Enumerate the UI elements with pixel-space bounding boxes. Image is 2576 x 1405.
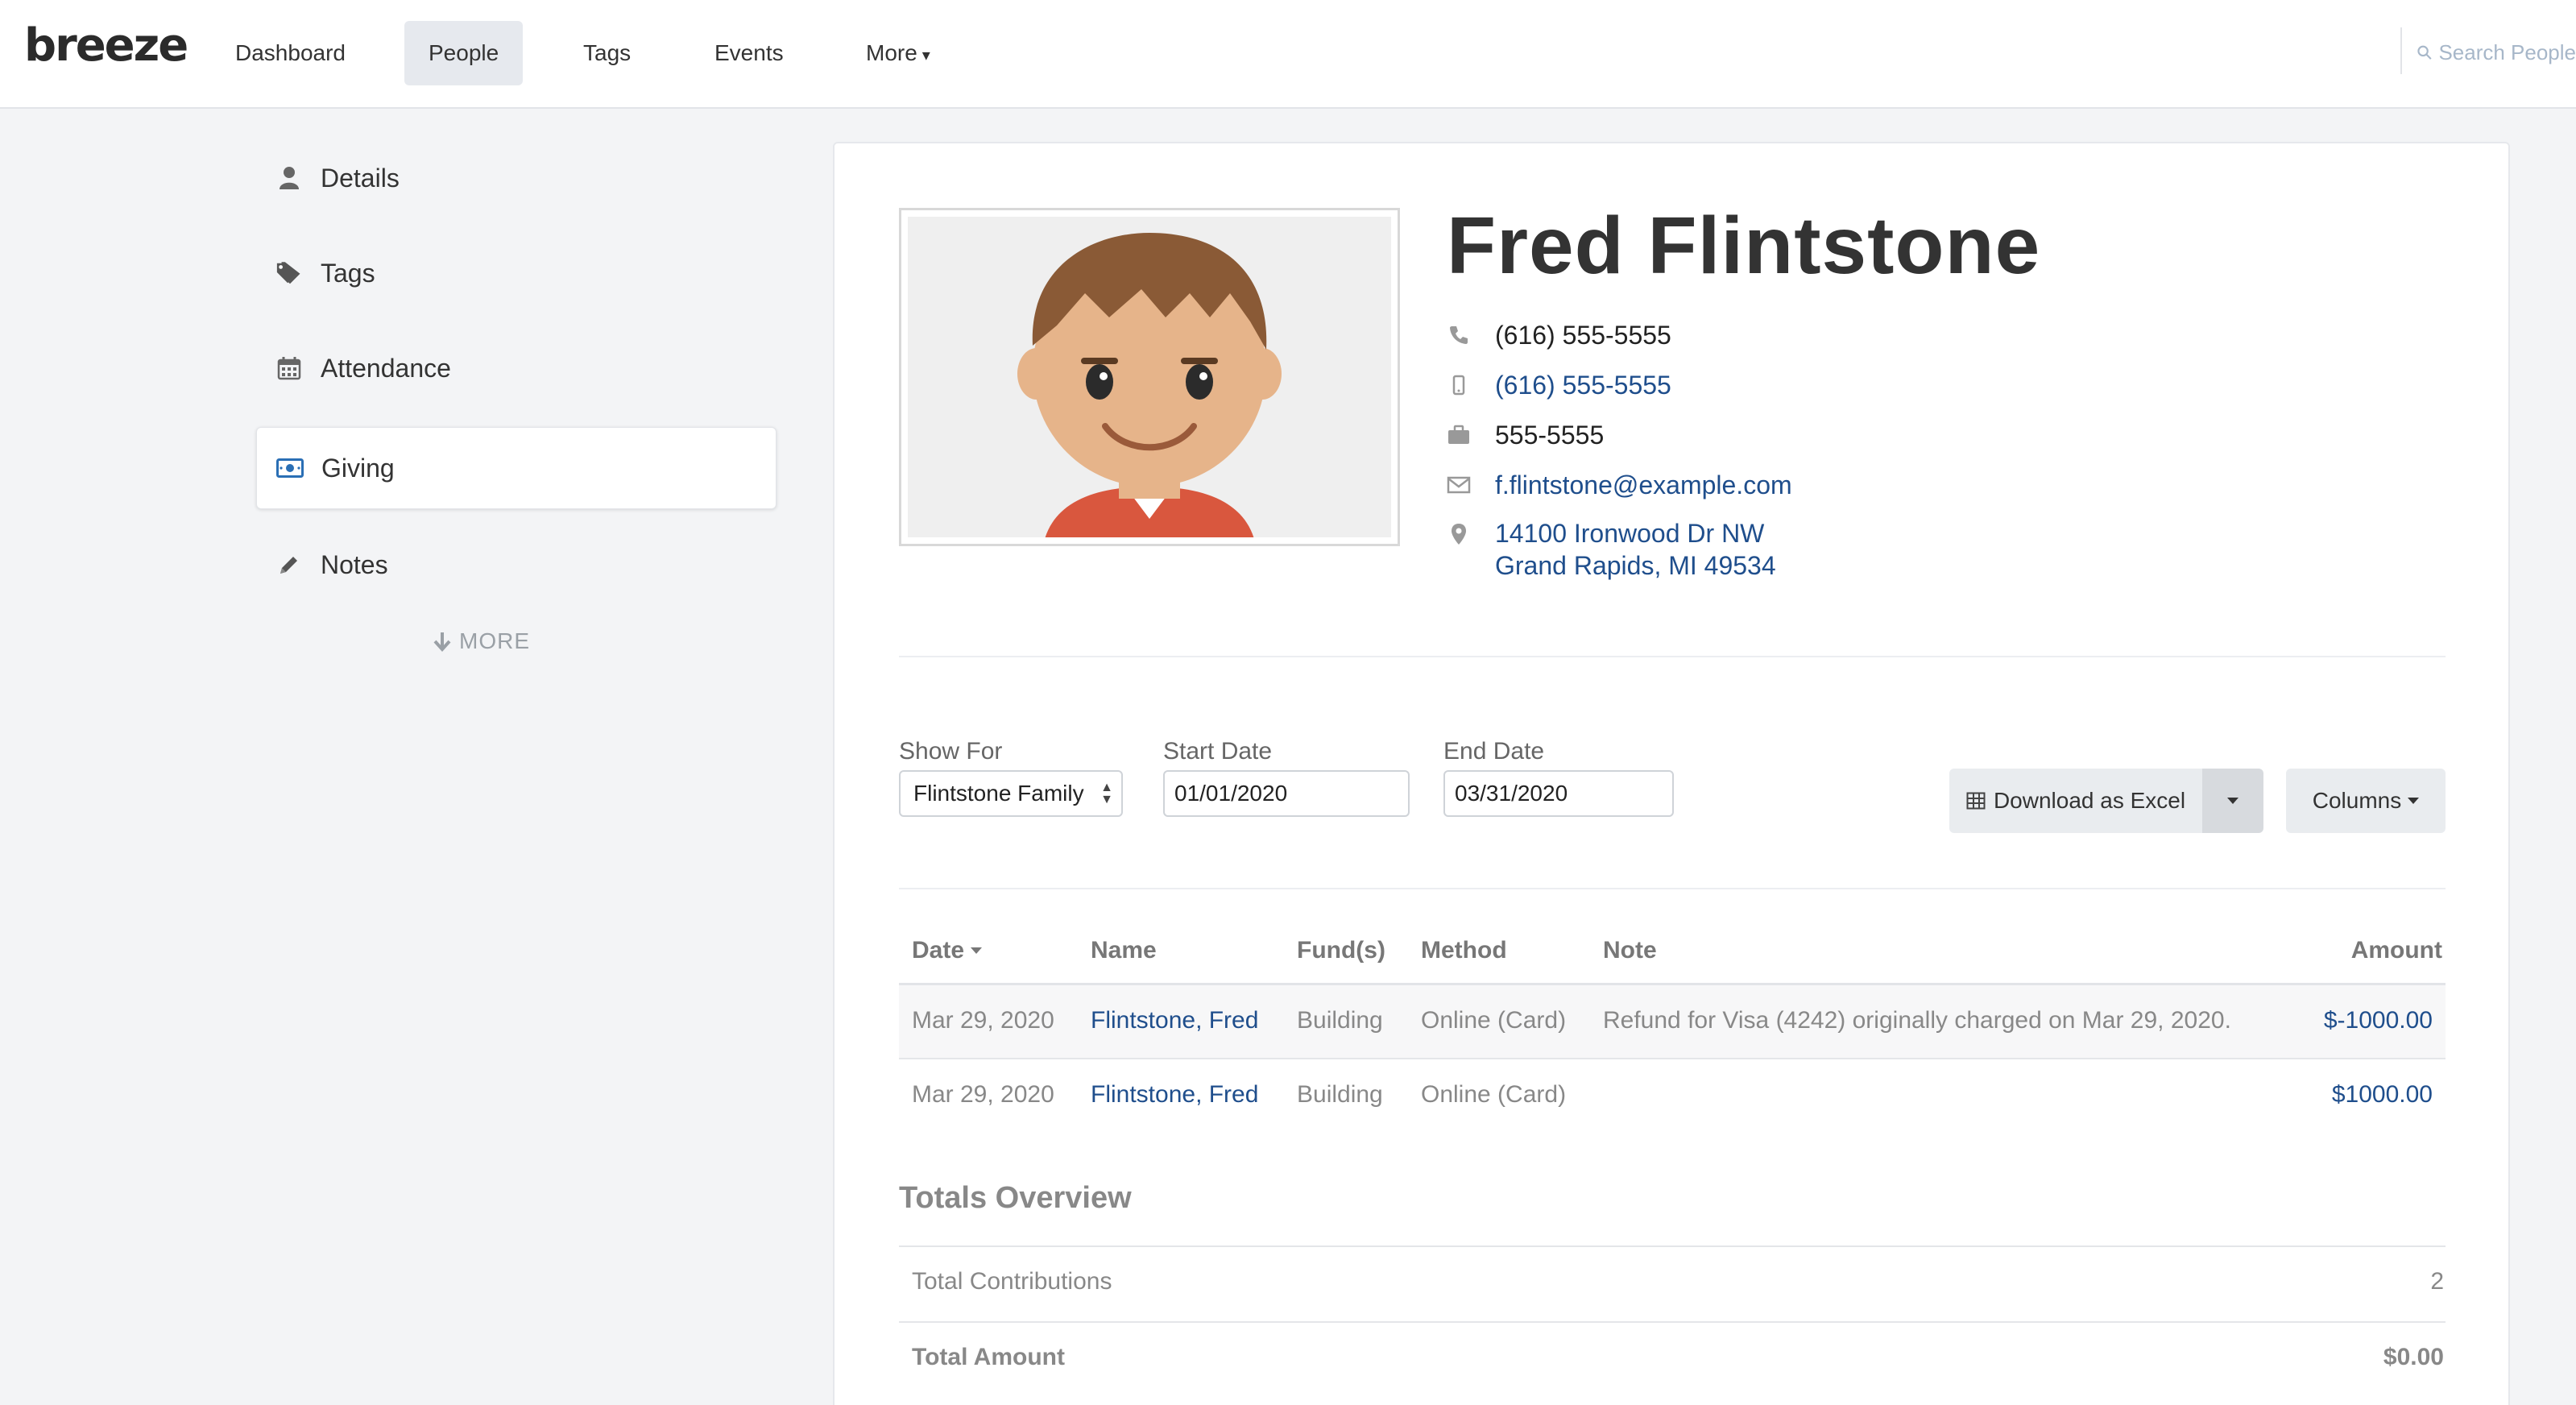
mobile-phone-row: (616) 555-5555 bbox=[1447, 367, 1671, 403]
more-label: MORE bbox=[459, 628, 530, 653]
start-date-label: Start Date bbox=[1163, 738, 1273, 765]
caret-down-icon bbox=[2227, 798, 2238, 804]
tags-icon bbox=[275, 259, 303, 287]
row-date: Mar 29, 2020 bbox=[912, 1007, 1054, 1034]
search-icon bbox=[2417, 45, 2432, 60]
download-options-toggle[interactable] bbox=[2202, 769, 2263, 833]
row-funds: Building bbox=[1297, 1007, 1383, 1034]
totals-divider bbox=[899, 1321, 2446, 1323]
envelope-icon bbox=[1447, 476, 1471, 494]
caret-down-icon bbox=[2408, 798, 2420, 804]
sidebar-item-label: Tags bbox=[321, 258, 375, 288]
row-method: Online (Card) bbox=[1421, 1007, 1567, 1034]
person-icon bbox=[275, 164, 303, 192]
home-phone: (616) 555-5555 bbox=[1495, 320, 1671, 350]
column-header-amount[interactable]: Amount bbox=[2351, 937, 2442, 964]
breeze-logo[interactable]: breeze bbox=[24, 19, 188, 72]
money-icon bbox=[276, 454, 304, 482]
nav-people[interactable]: People bbox=[404, 21, 524, 85]
search-placeholder: Search People bbox=[2438, 39, 2576, 64]
sidebar-item-details[interactable]: Details bbox=[256, 137, 777, 219]
work-phone-row: 555-5555 bbox=[1447, 417, 1604, 453]
email-link[interactable]: f.flintstone@example.com bbox=[1495, 470, 1792, 500]
email-row: f.flintstone@example.com bbox=[1447, 467, 1792, 503]
total-amount-label: Total Amount bbox=[912, 1344, 1065, 1370]
section-divider bbox=[899, 888, 2446, 889]
row-amount-link[interactable]: $-1000.00 bbox=[2324, 1007, 2433, 1034]
column-header-date[interactable]: Date bbox=[912, 937, 983, 964]
more-link[interactable]: MORE bbox=[433, 628, 530, 654]
address-line2: Grand Rapids, MI 49534 bbox=[1495, 551, 1776, 580]
sidebar-item-label: Attendance bbox=[321, 353, 451, 383]
column-header-name[interactable]: Name bbox=[1091, 937, 1157, 964]
column-header-funds[interactable]: Fund(s) bbox=[1297, 937, 1385, 964]
nav-tags[interactable]: Tags bbox=[559, 21, 655, 85]
arrow-down-icon bbox=[433, 632, 451, 652]
profile-card: Fred Flintstone (616) 555-5555 (616) 555… bbox=[833, 142, 2510, 1405]
search-input[interactable]: Search People bbox=[2417, 36, 2576, 68]
avatar bbox=[908, 217, 1391, 537]
nav-more-label: More bbox=[866, 40, 917, 65]
start-date-input[interactable]: 01/01/2020 bbox=[1163, 770, 1410, 817]
end-date-label: End Date bbox=[1443, 738, 1545, 765]
profile-photo[interactable] bbox=[899, 208, 1400, 546]
mobile-phone-link[interactable]: (616) 555-5555 bbox=[1495, 371, 1671, 400]
sidebar-item-tags[interactable]: Tags bbox=[256, 232, 777, 314]
nav-dashboard[interactable]: Dashboard bbox=[211, 21, 370, 85]
columns-label: Columns bbox=[2312, 788, 2402, 813]
row-funds: Building bbox=[1297, 1081, 1383, 1108]
show-for-label: Show For bbox=[899, 738, 1003, 765]
show-for-select[interactable]: Flintstone Family ▲ ▼ bbox=[899, 770, 1123, 817]
sort-desc-icon bbox=[971, 947, 983, 954]
row-note: Refund for Visa (4242) originally charge… bbox=[1603, 1007, 2231, 1034]
top-nav: breeze Dashboard People Tags Events More… bbox=[0, 0, 2576, 109]
table-icon bbox=[1966, 792, 1986, 810]
column-header-method[interactable]: Method bbox=[1421, 937, 1507, 964]
nav-divider bbox=[2400, 27, 2402, 74]
sidebar-item-label: Details bbox=[321, 163, 400, 193]
total-contributions-value: 2 bbox=[2430, 1268, 2444, 1295]
sidebar-item-notes[interactable]: Notes bbox=[256, 524, 777, 606]
nav-more[interactable]: More ▾ bbox=[842, 21, 955, 85]
person-name: Fred Flintstone bbox=[1447, 201, 2041, 291]
column-header-note[interactable]: Note bbox=[1603, 937, 1657, 964]
address-line1: 14100 Ironwood Dr NW bbox=[1495, 519, 1765, 548]
phone-icon bbox=[1447, 325, 1471, 346]
total-contributions-label: Total Contributions bbox=[912, 1268, 1112, 1295]
download-excel-label: Download as Excel bbox=[1993, 788, 2186, 813]
row-amount-link[interactable]: $1000.00 bbox=[2332, 1081, 2433, 1109]
home-phone-row: (616) 555-5555 bbox=[1447, 317, 1671, 353]
pencil-icon bbox=[275, 551, 303, 578]
totals-divider bbox=[899, 1245, 2446, 1247]
work-phone: 555-5555 bbox=[1495, 420, 1605, 450]
sidebar-item-giving[interactable]: Giving bbox=[256, 427, 777, 509]
row-name-link[interactable]: Flintstone, Fred bbox=[1091, 1081, 1258, 1109]
row-name-link[interactable]: Flintstone, Fred bbox=[1091, 1007, 1258, 1034]
nav-events[interactable]: Events bbox=[690, 21, 808, 85]
briefcase-icon bbox=[1447, 425, 1471, 446]
sidebar-item-attendance[interactable]: Attendance bbox=[256, 327, 777, 409]
chevron-down-icon: ▾ bbox=[921, 47, 930, 64]
calendar-icon bbox=[275, 354, 303, 382]
map-pin-icon bbox=[1447, 517, 1471, 546]
column-header-date-label: Date bbox=[912, 937, 965, 964]
select-arrows-icon: ▲ ▼ bbox=[1100, 781, 1113, 806]
section-divider bbox=[899, 656, 2446, 657]
address-row: 14100 Ironwood Dr NW Grand Rapids, MI 49… bbox=[1447, 517, 1776, 588]
sidebar-item-label: Notes bbox=[321, 549, 388, 579]
totals-overview-title: Totals Overview bbox=[899, 1181, 1132, 1215]
mobile-icon bbox=[1447, 375, 1471, 396]
total-amount-value: $0.00 bbox=[2383, 1344, 2444, 1370]
end-date-input[interactable]: 03/31/2020 bbox=[1443, 770, 1674, 817]
row-date: Mar 29, 2020 bbox=[912, 1081, 1054, 1108]
address-link[interactable]: 14100 Ironwood Dr NW Grand Rapids, MI 49… bbox=[1495, 517, 1776, 582]
row-method: Online (Card) bbox=[1421, 1081, 1567, 1108]
download-excel-button[interactable]: Download as Excel bbox=[1949, 769, 2202, 833]
sidebar-item-label: Giving bbox=[321, 453, 395, 483]
show-for-value: Flintstone Family bbox=[913, 781, 1084, 806]
columns-button[interactable]: Columns bbox=[2286, 769, 2446, 833]
